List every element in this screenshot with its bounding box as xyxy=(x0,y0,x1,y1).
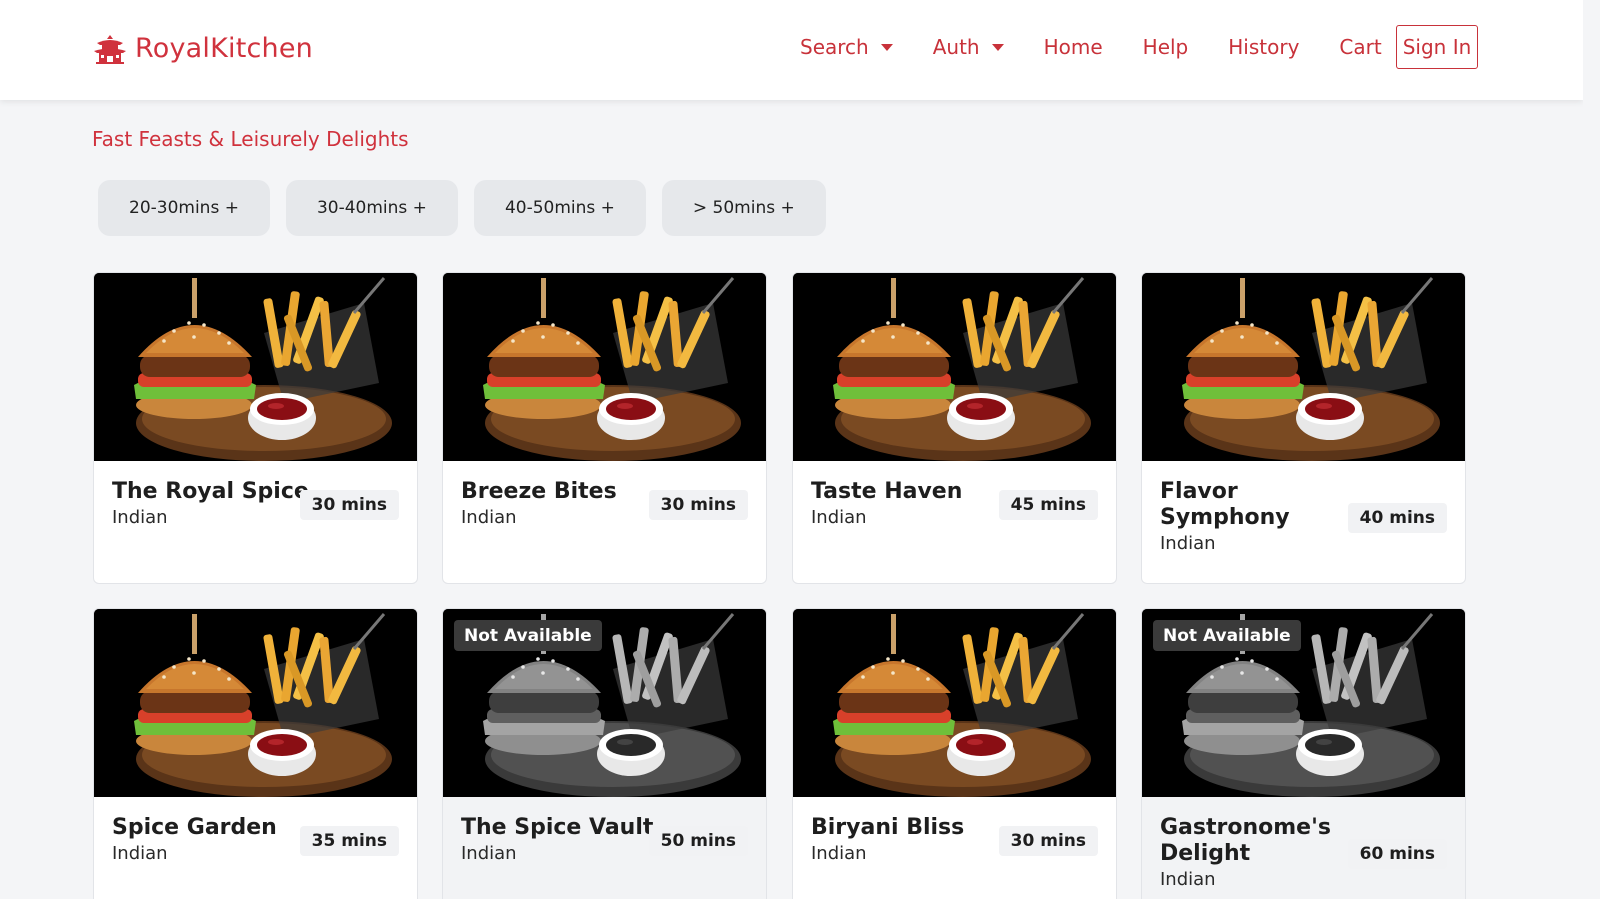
food-image xyxy=(793,273,1116,461)
main-nav: Search Auth Home Help History Cart xyxy=(800,24,1422,70)
burger-fries-image xyxy=(94,273,417,461)
restaurant-card[interactable]: 35 mins Spice Garden Indian xyxy=(93,608,418,899)
nav-search-dropdown[interactable]: Search xyxy=(800,35,893,59)
card-body: 30 mins Breeze Bites Indian xyxy=(461,479,748,528)
restaurant-name: The Royal Spice xyxy=(112,479,309,504)
burger-fries-image xyxy=(94,609,417,797)
caret-down-icon xyxy=(880,43,893,51)
food-image xyxy=(443,273,766,461)
delivery-time-badge: 50 mins xyxy=(648,826,748,856)
card-body: 40 mins Flavor Symphony Indian xyxy=(1160,479,1447,554)
food-image: Not Available xyxy=(1142,609,1465,797)
card-body: 60 mins Gastronome's Delight Indian xyxy=(1160,815,1447,890)
delivery-time-badge: 30 mins xyxy=(998,826,1098,856)
nav-help-link[interactable]: Help xyxy=(1143,35,1189,59)
palace-icon xyxy=(94,34,126,64)
caret-down-icon xyxy=(991,43,1004,51)
filter-50-plus[interactable]: > 50mins + xyxy=(661,180,826,236)
delivery-time-badge: 45 mins xyxy=(998,490,1098,520)
section-title: Fast Feasts & Leisurely Delights xyxy=(92,127,409,151)
burger-fries-image xyxy=(1142,273,1465,461)
burger-fries-image xyxy=(793,609,1116,797)
restaurant-card[interactable]: 30 mins Biryani Bliss Indian xyxy=(792,608,1117,899)
card-body: 45 mins Taste Haven Indian xyxy=(811,479,1098,528)
delivery-time-badge: 30 mins xyxy=(299,490,399,520)
nav-auth-label: Auth xyxy=(932,35,980,59)
brand-name: RoyalKitchen xyxy=(135,33,313,64)
card-body: 50 mins The Spice Vault Indian xyxy=(461,815,748,864)
food-image xyxy=(793,609,1116,797)
delivery-time-badge: 60 mins xyxy=(1347,839,1447,869)
delivery-time-badge: 40 mins xyxy=(1347,503,1447,533)
restaurant-name: The Spice Vault xyxy=(461,815,654,840)
nav-history-link[interactable]: History xyxy=(1228,35,1299,59)
brand[interactable]: RoyalKitchen xyxy=(93,33,313,64)
restaurant-card[interactable]: 45 mins Taste Haven Indian xyxy=(792,272,1117,584)
burger-fries-image xyxy=(443,273,766,461)
restaurant-card[interactable]: Not Available 60 mins Gastronome's Delig… xyxy=(1141,608,1466,899)
delivery-time-badge: 35 mins xyxy=(299,826,399,856)
restaurant-name: Spice Garden xyxy=(112,815,277,840)
restaurant-card[interactable]: 40 mins Flavor Symphony Indian xyxy=(1141,272,1466,584)
nav-auth-dropdown[interactable]: Auth xyxy=(933,35,1004,59)
restaurant-name: Biryani Bliss xyxy=(811,815,965,840)
nav-home-link[interactable]: Home xyxy=(1044,35,1103,59)
card-body: 35 mins Spice Garden Indian xyxy=(112,815,399,864)
restaurant-cuisine: Indian xyxy=(1160,869,1216,890)
filter-30-40[interactable]: 30-40mins + xyxy=(285,180,458,236)
food-image: Not Available xyxy=(443,609,766,797)
food-image xyxy=(94,609,417,797)
navbar: RoyalKitchen Search Auth Home Help Histo… xyxy=(0,0,1583,100)
time-filters: 20-30mins + 30-40mins + 40-50mins + > 50… xyxy=(98,180,826,236)
restaurant-name: Flavor Symphony xyxy=(1160,479,1290,530)
food-image xyxy=(1142,273,1465,461)
restaurant-name: Taste Haven xyxy=(811,479,963,504)
delivery-time-badge: 30 mins xyxy=(648,490,748,520)
not-available-badge: Not Available xyxy=(1153,620,1301,651)
card-body: 30 mins The Royal Spice Indian xyxy=(112,479,399,528)
food-image xyxy=(94,273,417,461)
restaurant-card[interactable]: 30 mins Breeze Bites Indian xyxy=(442,272,767,584)
restaurant-cuisine: Indian xyxy=(1160,533,1216,554)
sign-in-button[interactable]: Sign In xyxy=(1396,25,1478,69)
nav-cart-link[interactable]: Cart xyxy=(1339,35,1381,59)
filter-40-50[interactable]: 40-50mins + xyxy=(473,180,646,236)
burger-fries-image xyxy=(793,273,1116,461)
not-available-badge: Not Available xyxy=(454,620,602,651)
card-body: 30 mins Biryani Bliss Indian xyxy=(811,815,1098,864)
restaurant-name: Gastronome's Delight xyxy=(1160,815,1331,866)
restaurant-card[interactable]: 30 mins The Royal Spice Indian xyxy=(93,272,418,584)
filter-20-30[interactable]: 20-30mins + xyxy=(98,180,270,236)
nav-search-label: Search xyxy=(800,35,869,59)
restaurant-card[interactable]: Not Available 50 mins The Spice Vault In… xyxy=(442,608,767,899)
restaurant-name: Breeze Bites xyxy=(461,479,617,504)
